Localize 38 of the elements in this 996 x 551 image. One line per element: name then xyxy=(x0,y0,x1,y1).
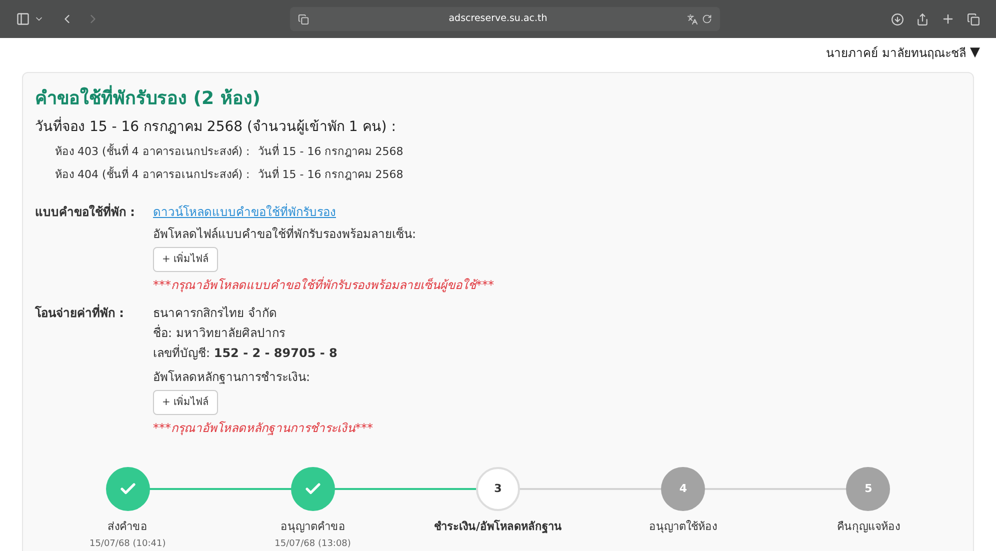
step-title: อนุญาตใช้ห้อง xyxy=(649,519,718,535)
account-name: ชื่อ: มหาวิทยาลัยศิลปากร xyxy=(153,324,286,342)
sidebar-icon[interactable] xyxy=(16,12,30,26)
add-file-button[interactable]: + เพิ่มไฟล์ xyxy=(153,247,218,272)
warning-text: ***กรุณาอัพโหลดหลักฐานการชำระเงิน*** xyxy=(153,420,373,437)
reload-icon[interactable] xyxy=(702,14,712,24)
step-title: อนุญาตคำขอ xyxy=(280,519,346,535)
address-bar[interactable]: adscreserve.su.ac.th xyxy=(290,7,720,31)
bank-name: ธนาคารกสิกรไทย จำกัด xyxy=(153,305,278,322)
booking-dates: วันที่จอง 15 - 16 กรกฎาคม 2568 (จำนวนผู้เข้าพัก 1 คน) : xyxy=(35,117,961,138)
tabs-icon[interactable] xyxy=(967,12,980,26)
room-dates: วันที่ 15 - 16 กรกฎาคม 2568 xyxy=(258,144,404,160)
step-number: 4 xyxy=(661,467,706,511)
user-menu[interactable]: นายภาคย์ มาลัยทนฤณะชลี ▼ xyxy=(826,43,980,63)
new-tab-icon[interactable] xyxy=(941,12,955,26)
account-number: เลขที่บัญชี: 152 - 2 - 89705 - 8 xyxy=(153,344,338,362)
step-title: ชำระเงิน/อัพโหลดหลักฐาน xyxy=(434,519,562,536)
room-name: ห้อง 403 (ชั้นที่ 4 อาคารอเนกประสงค์) : xyxy=(55,144,250,160)
download-icon[interactable] xyxy=(891,12,904,26)
add-file-button[interactable]: + เพิ่มไฟล์ xyxy=(153,390,218,415)
room-name: ห้อง 404 (ชั้นที่ 4 อาคารอเนกประสงค์) : xyxy=(55,166,250,182)
step-title: ส่งคำขอ xyxy=(108,519,148,535)
page-title: คำขอใช้ที่พักรับรอง (2 ห้อง) xyxy=(35,87,961,111)
form-label: แบบคำขอใช้ที่พัก : xyxy=(35,203,136,221)
page-icon xyxy=(298,14,309,24)
step-number: 3 xyxy=(476,467,520,511)
step-number: 5 xyxy=(846,467,890,511)
translate-icon[interactable] xyxy=(687,14,698,24)
upload-label: อัพโหลดไฟล์แบบคำขอใช้ที่พักรับรองพร้อมลายเซ็น: xyxy=(153,225,416,243)
step-time: 15/07/68 (13:08) xyxy=(274,538,351,550)
url-text: adscreserve.su.ac.th xyxy=(448,12,548,26)
warning-text: ***กรุณาอัพโหลดแบบคำขอใช้ที่พักรับรองพร้อมลายเซ็นผู้ขอใช้*** xyxy=(153,276,494,294)
step-time: 15/07/68 (10:41) xyxy=(89,538,166,550)
share-icon[interactable] xyxy=(916,12,929,26)
payment-label: โอนจ่ายค่าที่พัก : xyxy=(35,304,125,322)
step-title: คืนกุญแจห้อง xyxy=(836,519,900,535)
upload-label: อัพโหลดหลักฐานการชำระเงิน: xyxy=(153,369,310,386)
room-dates: วันที่ 15 - 16 กรกฎาคม 2568 xyxy=(258,166,404,182)
